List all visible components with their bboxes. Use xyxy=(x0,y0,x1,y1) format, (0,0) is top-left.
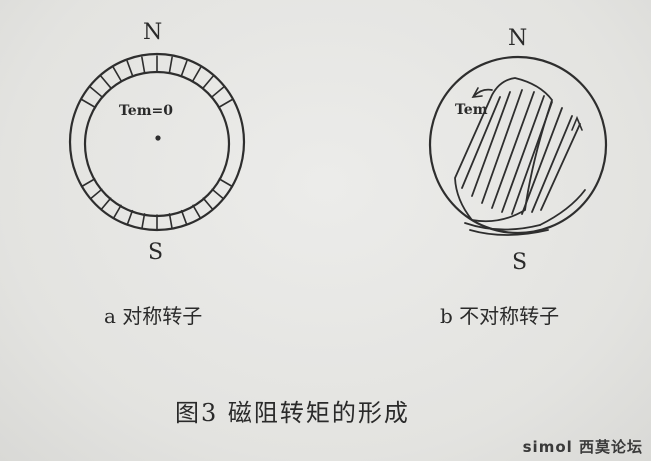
left-torque-label: Tem=0 xyxy=(119,103,174,119)
hatch-line xyxy=(80,98,96,108)
right-south-label: S xyxy=(512,250,528,275)
hatch-line xyxy=(89,86,103,98)
hatch-line xyxy=(141,213,146,230)
left-north-label: N xyxy=(143,20,163,45)
hatch-line xyxy=(126,60,134,77)
caption-a: a 对称转子 xyxy=(104,304,203,328)
symmetric-rotor-outer-circle xyxy=(68,52,246,232)
hatch-line xyxy=(100,75,112,89)
hatch-line xyxy=(168,213,173,230)
hatch-line xyxy=(100,197,112,211)
hatch-line xyxy=(168,56,173,73)
hatch-line xyxy=(89,188,103,200)
hatch-line xyxy=(211,86,225,98)
hatch-line xyxy=(218,178,234,188)
right-torque-label: Tem xyxy=(455,102,488,118)
right-north-label: N xyxy=(508,26,528,51)
sketch-canvas xyxy=(68,52,608,236)
symmetric-rotor xyxy=(68,52,246,232)
hatch-line xyxy=(80,178,96,188)
hatch-line xyxy=(202,75,214,89)
hatch-line xyxy=(211,188,225,200)
symmetric-rotor-inner-circle xyxy=(83,70,231,218)
caption-b: b 不对称转子 xyxy=(440,304,560,328)
symmetric-rotor-hatching xyxy=(80,55,234,231)
hatch-line xyxy=(192,204,202,220)
figure-title: 图3 磁阻转矩的形成 xyxy=(175,399,410,427)
hatch-line xyxy=(202,197,214,211)
symmetric-rotor-center-dot xyxy=(155,135,161,141)
hatch-line xyxy=(112,204,122,220)
hatch-line xyxy=(141,56,146,73)
hatch-line xyxy=(192,66,202,82)
asymmetric-rotor-outer-circle xyxy=(428,55,608,235)
asymmetric-rotor xyxy=(428,55,608,236)
hatch-line xyxy=(180,60,188,77)
hatch-line xyxy=(126,209,134,226)
hatch-line xyxy=(180,209,188,226)
hatch-line xyxy=(112,66,122,82)
watermark-logo: simol 西莫论坛 xyxy=(522,438,643,456)
left-south-label: S xyxy=(148,240,164,265)
hatch-line xyxy=(218,98,234,108)
